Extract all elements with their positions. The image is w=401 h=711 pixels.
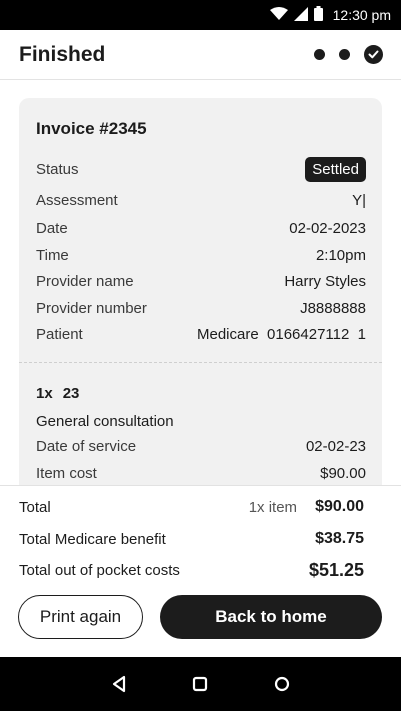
detail-label: Provider name bbox=[36, 272, 134, 290]
invoice-card: Invoice #2345 Status Settled Assessment … bbox=[19, 98, 382, 518]
detail-label: Provider number bbox=[36, 299, 147, 317]
detail-value: Y| bbox=[352, 191, 366, 209]
recents-icon[interactable] bbox=[271, 673, 293, 695]
item-number: 23 bbox=[62, 385, 80, 402]
page-title: Finished bbox=[19, 43, 106, 66]
battery-icon bbox=[313, 6, 323, 24]
detail-value: 2:10pm bbox=[315, 246, 366, 264]
detail-label: Item cost bbox=[36, 464, 97, 482]
out-of-pocket-row: Total out of pocket costs $51.25 bbox=[19, 560, 364, 581]
invoice-title: Invoice #2345 bbox=[36, 119, 147, 138]
app-screen: Finished Invoice #2345 Status Settled As… bbox=[0, 30, 401, 657]
item-code: 1x 23 bbox=[36, 385, 79, 402]
home-icon[interactable] bbox=[189, 673, 211, 695]
item-row-date-of-service: Date of service 02-02-23 bbox=[36, 435, 366, 457]
detail-row-assessment: Assessment Y| bbox=[36, 189, 366, 211]
detail-value: Medicare 0166427112 1 bbox=[196, 325, 366, 343]
total-label: Total bbox=[19, 498, 51, 516]
detail-value: 02-02-2023 bbox=[289, 219, 366, 237]
detail-row-provider-number: Provider number J8888888 bbox=[36, 297, 366, 319]
print-again-button[interactable]: Print again bbox=[18, 595, 143, 639]
cellular-icon bbox=[293, 6, 308, 24]
step-dot bbox=[339, 49, 350, 60]
detail-value: $90.00 bbox=[320, 464, 366, 482]
wifi-icon bbox=[269, 6, 288, 24]
item-name: General consultation bbox=[36, 413, 174, 430]
item-quantity: 1x bbox=[36, 385, 53, 402]
back-to-home-button[interactable]: Back to home bbox=[160, 595, 382, 639]
out-of-pocket-amount: $51.25 bbox=[308, 560, 364, 580]
status-bar: 12:30 pm bbox=[0, 0, 401, 30]
detail-row-date: Date 02-02-2023 bbox=[36, 217, 366, 239]
back-icon[interactable] bbox=[108, 673, 130, 695]
benefit-label: Total Medicare benefit bbox=[19, 530, 166, 548]
detail-row-status: Status Settled bbox=[36, 156, 366, 182]
status-time: 12:30 pm bbox=[332, 7, 391, 23]
total-row: Total 1x item $90.00 bbox=[19, 498, 364, 516]
detail-label: Patient bbox=[36, 325, 83, 343]
item-count: 1x item bbox=[248, 498, 298, 516]
detail-label: Date bbox=[36, 219, 68, 237]
detail-row-patient: Patient Medicare 0166427112 1 bbox=[36, 323, 366, 345]
step-complete-check-icon bbox=[364, 45, 383, 64]
detail-label: Time bbox=[36, 246, 69, 264]
medicare-benefit-row: Total Medicare benefit $38.75 bbox=[19, 530, 364, 548]
detail-label: Date of service bbox=[36, 437, 137, 455]
dashed-divider bbox=[19, 362, 382, 363]
header: Finished bbox=[0, 30, 401, 80]
detail-row-time: Time 2:10pm bbox=[36, 244, 366, 266]
total-amount: $90.00 bbox=[315, 498, 364, 515]
detail-row-provider-name: Provider name Harry Styles bbox=[36, 270, 366, 292]
detail-label: Status bbox=[36, 160, 79, 178]
detail-label: Assessment bbox=[36, 191, 118, 209]
benefit-amount: $38.75 bbox=[315, 530, 364, 547]
detail-value: Harry Styles bbox=[284, 272, 366, 290]
detail-value: J8888888 bbox=[300, 299, 366, 317]
item-row-item-cost: Item cost $90.00 bbox=[36, 462, 366, 484]
status-badge: Settled bbox=[305, 156, 366, 182]
out-of-pocket-label: Total out of pocket costs bbox=[19, 562, 180, 579]
android-nav-bar bbox=[0, 657, 401, 711]
step-dot bbox=[314, 49, 325, 60]
detail-value: 02-02-23 bbox=[305, 437, 366, 455]
step-indicator bbox=[314, 45, 383, 64]
